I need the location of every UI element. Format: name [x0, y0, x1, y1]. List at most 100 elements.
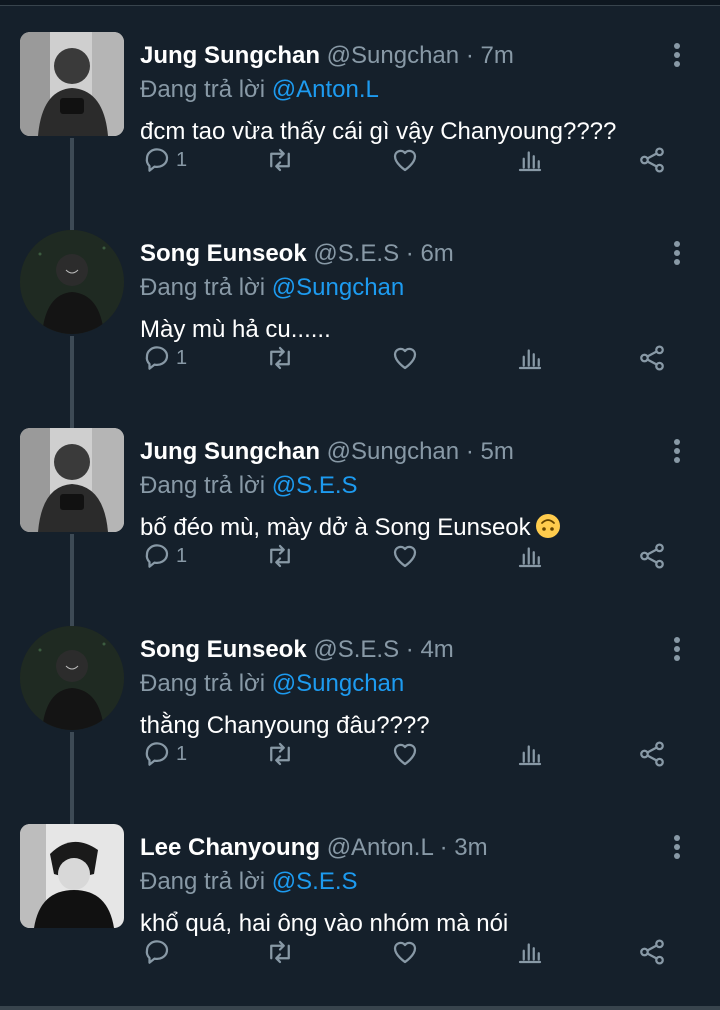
- like-button[interactable]: [390, 140, 420, 180]
- like-icon: [393, 347, 417, 370]
- reply-prefix: Đang trả lời: [140, 76, 266, 103]
- action-bar: 1: [140, 140, 685, 180]
- analytics-button[interactable]: [515, 338, 545, 378]
- avatar[interactable]: [20, 230, 124, 334]
- reply-button[interactable]: 1: [142, 338, 187, 378]
- share-button[interactable]: [637, 536, 667, 576]
- display-name[interactable]: Song Eunseok: [140, 240, 307, 267]
- more-options-button[interactable]: [665, 832, 689, 862]
- reply-count: 1: [176, 148, 188, 171]
- reply-prefix: Đang trả lời: [140, 472, 266, 499]
- retweet-icon: [270, 544, 290, 568]
- reply-prefix: Đang trả lời: [140, 274, 266, 301]
- display-name[interactable]: Lee Chanyoung: [140, 834, 320, 861]
- mention-link[interactable]: @Sungchan: [272, 274, 404, 301]
- more-icon: [674, 43, 680, 67]
- analytics-icon: [518, 349, 542, 370]
- like-button[interactable]: [390, 932, 420, 972]
- reply-button[interactable]: [142, 932, 176, 972]
- action-bar: 1: [140, 338, 685, 378]
- timestamp[interactable]: 6m: [420, 240, 453, 267]
- retweet-button[interactable]: [265, 536, 295, 576]
- retweet-icon: [270, 940, 290, 964]
- share-icon: [640, 147, 664, 173]
- share-button[interactable]: [637, 734, 667, 774]
- like-button[interactable]: [390, 536, 420, 576]
- share-button[interactable]: [637, 338, 667, 378]
- share-button[interactable]: [637, 932, 667, 972]
- reply-context: Đang trả lời @Sungchan: [140, 668, 404, 700]
- tweet[interactable]: Jung Sungchan @Sungchan · 5m Đang trả lờ…: [0, 400, 720, 598]
- like-button[interactable]: [390, 734, 420, 774]
- display-name[interactable]: Song Eunseok: [140, 636, 307, 663]
- reply-icon: [145, 742, 169, 766]
- reply-button[interactable]: 1: [142, 140, 187, 180]
- more-options-button[interactable]: [665, 634, 689, 664]
- tweet-header: Lee Chanyoung @Anton.L · 3m: [140, 832, 488, 864]
- share-icon: [640, 345, 664, 371]
- tweet[interactable]: Lee Chanyoung @Anton.L · 3m Đang trả lời…: [0, 796, 720, 994]
- timestamp[interactable]: 5m: [480, 438, 513, 465]
- retweet-icon: [270, 148, 290, 172]
- timestamp[interactable]: 4m: [420, 636, 453, 663]
- display-name[interactable]: Jung Sungchan: [140, 42, 320, 69]
- reply-prefix: Đang trả lời: [140, 670, 266, 697]
- user-handle[interactable]: @S.E.S: [313, 636, 399, 663]
- like-icon: [393, 941, 417, 964]
- like-icon: [393, 545, 417, 568]
- reply-icon: [145, 940, 169, 964]
- tweet-header: Song Eunseok @S.E.S · 4m: [140, 634, 454, 666]
- timestamp[interactable]: 7m: [480, 42, 513, 69]
- reply-button[interactable]: 1: [142, 536, 187, 576]
- user-handle[interactable]: @Sungchan: [327, 42, 459, 69]
- reply-count: 1: [176, 544, 188, 567]
- separator: ·: [405, 240, 414, 267]
- share-button[interactable]: [637, 140, 667, 180]
- retweet-button[interactable]: [265, 734, 295, 774]
- mention-link[interactable]: @S.E.S: [272, 472, 358, 499]
- reply-context: Đang trả lời @S.E.S: [140, 470, 358, 502]
- retweet-button[interactable]: [265, 932, 295, 972]
- mention-link[interactable]: @Anton.L: [272, 76, 379, 103]
- tweet[interactable]: Song Eunseok @S.E.S · 6m Đang trả lời @S…: [0, 202, 720, 400]
- tweet[interactable]: Song Eunseok @S.E.S · 4m Đang trả lời @S…: [0, 598, 720, 796]
- analytics-button[interactable]: [515, 536, 545, 576]
- timestamp[interactable]: 3m: [454, 834, 487, 861]
- retweet-icon: [270, 346, 290, 370]
- like-icon: [393, 743, 417, 766]
- user-handle[interactable]: @S.E.S: [313, 240, 399, 267]
- analytics-icon: [518, 745, 542, 766]
- separator: ·: [465, 438, 474, 465]
- like-button[interactable]: [390, 338, 420, 378]
- analytics-button[interactable]: [515, 140, 545, 180]
- reply-icon: [145, 346, 169, 370]
- separator: ·: [465, 42, 474, 69]
- analytics-button[interactable]: [515, 734, 545, 774]
- mention-link[interactable]: @Sungchan: [272, 670, 404, 697]
- avatar[interactable]: [20, 824, 124, 928]
- reply-button[interactable]: 1: [142, 734, 187, 774]
- user-handle[interactable]: @Sungchan: [327, 438, 459, 465]
- tweet[interactable]: Jung Sungchan @Sungchan · 7m Đang trả lờ…: [0, 4, 720, 202]
- separator: ·: [439, 834, 448, 861]
- more-options-button[interactable]: [665, 436, 689, 466]
- analytics-icon: [518, 547, 542, 568]
- analytics-button[interactable]: [515, 932, 545, 972]
- reply-prefix: Đang trả lời: [140, 868, 266, 895]
- retweet-button[interactable]: [265, 338, 295, 378]
- display-name[interactable]: Jung Sungchan: [140, 438, 320, 465]
- analytics-icon: [518, 943, 542, 964]
- mention-link[interactable]: @S.E.S: [272, 868, 358, 895]
- more-options-button[interactable]: [665, 40, 689, 70]
- retweet-button[interactable]: [265, 140, 295, 180]
- more-options-button[interactable]: [665, 238, 689, 268]
- more-icon: [674, 439, 680, 463]
- action-bar: 1: [140, 734, 685, 774]
- avatar[interactable]: [20, 626, 124, 730]
- reply-context: Đang trả lời @Sungchan: [140, 272, 404, 304]
- user-handle[interactable]: @Anton.L: [327, 834, 433, 861]
- reply-context: Đang trả lời @S.E.S: [140, 866, 358, 898]
- reply-count: 1: [176, 742, 188, 765]
- avatar[interactable]: [20, 32, 124, 136]
- avatar[interactable]: [20, 428, 124, 532]
